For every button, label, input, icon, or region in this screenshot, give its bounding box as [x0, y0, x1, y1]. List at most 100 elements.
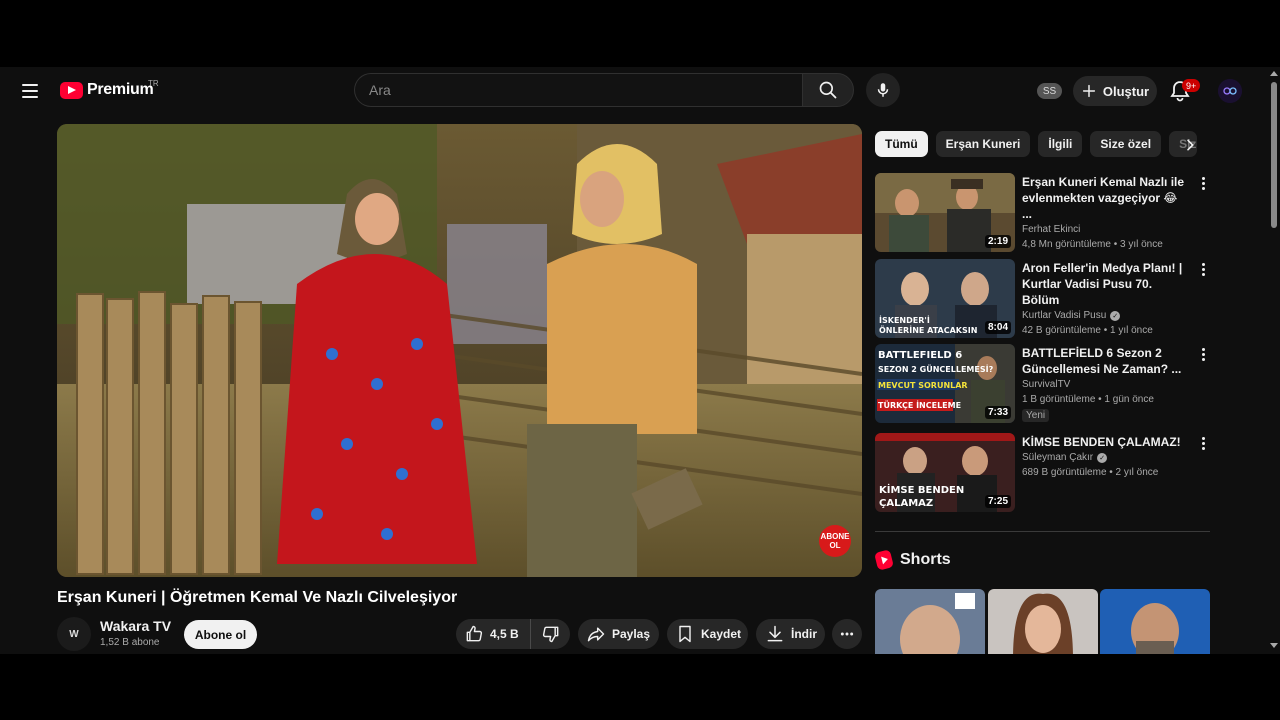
svg-text:ÇALAMAZ: ÇALAMAZ [879, 498, 933, 509]
search-icon [819, 81, 837, 99]
create-label: Oluştur [1102, 83, 1150, 99]
country-code: TR [148, 79, 159, 88]
recommended-video[interactable]: KİMSE BENDEN ÇALAMAZ 7:25 KİMSE BENDEN Ç… [875, 433, 1215, 513]
video-duration: 2:19 [984, 235, 1011, 248]
search-bar [354, 73, 854, 107]
recommended-video[interactable]: İSKENDER'İ ÖNLERİNE ATACAKSIN 8:04 Aron … [875, 259, 1215, 339]
watermark-line1: ABONE [820, 532, 850, 541]
short-thumbnail[interactable] [875, 589, 985, 654]
svg-text:BATTLEFIELD 6: BATTLEFIELD 6 [878, 350, 962, 361]
recommended-video[interactable]: 2:19 Erşan Kuneri Kemal Nazlı ile evlenm… [875, 173, 1215, 253]
svg-text:KİMSE BENDEN: KİMSE BENDEN [879, 482, 964, 496]
download-button[interactable]: İndir [756, 619, 825, 649]
video-meta: 4,8 Mn görüntüleme • 3 yıl önce [1022, 239, 1163, 250]
microphone-icon [877, 83, 889, 97]
like-count: 4,5 B [490, 627, 519, 641]
video-thumbnail: 2:19 [875, 173, 1015, 252]
page-scrollbar[interactable] [1268, 67, 1280, 654]
scroll-thumb[interactable] [1271, 82, 1277, 228]
subscribe-button[interactable]: Abone ol [184, 620, 257, 649]
video-title: Erşan Kuneri Kemal Nazlı ile evlenmekten… [1022, 175, 1185, 221]
more-vertical-icon[interactable] [1199, 437, 1207, 453]
svg-text:TÜRKÇE İNCELEME: TÜRKÇE İNCELEME [878, 400, 961, 410]
video-frame [57, 124, 862, 577]
save-button[interactable]: Kaydet [667, 619, 748, 649]
share-icon [587, 627, 605, 642]
download-icon [767, 625, 783, 642]
chip-related[interactable]: İlgili [1038, 131, 1083, 157]
chevron-right-icon[interactable] [1178, 133, 1202, 157]
share-label: Paylaş [612, 627, 651, 641]
chip-ersan-kuneri[interactable]: Erşan Kuneri [935, 131, 1031, 157]
create-button[interactable]: Oluştur [1073, 76, 1157, 106]
watermark-line2: OL [829, 541, 841, 550]
video-meta: 1 B görüntüleme • 1 gün önce [1022, 394, 1154, 405]
bookmark-icon [679, 625, 691, 643]
like-button[interactable]: 4,5 B [456, 619, 530, 649]
video-duration: 8:04 [984, 321, 1011, 334]
avatar-image [1218, 79, 1242, 103]
account-avatar[interactable] [1218, 79, 1242, 103]
video-thumbnail: KİMSE BENDEN ÇALAMAZ 7:25 [875, 433, 1015, 512]
video-title: BATTLEFİELD 6 Sezon 2 Güncellemesi Ne Za… [1022, 346, 1182, 376]
thumbs-up-icon [466, 625, 483, 642]
shorts-header: Shorts [874, 549, 951, 571]
more-vertical-icon[interactable] [1199, 348, 1207, 364]
logo-text: Premium [87, 81, 154, 98]
more-vertical-icon[interactable] [1199, 263, 1207, 279]
youtube-play-icon [60, 81, 83, 99]
svg-text:SEZON 2 GÜNCELLEMESİ?: SEZON 2 GÜNCELLEMESİ? [878, 364, 994, 374]
short-thumbnail[interactable] [1100, 589, 1210, 654]
channel-name: SurvivalTV [1022, 379, 1071, 390]
chip-all[interactable]: Tümü [875, 131, 928, 157]
video-title: Erşan Kuneri | Öğretmen Kemal Ve Nazlı C… [57, 589, 458, 606]
search-button[interactable] [802, 73, 854, 107]
channel-subscriber-count: 1,52 B abone [100, 637, 160, 648]
channel-avatar[interactable]: W [57, 617, 91, 651]
subscribe-watermark[interactable]: ABONE OL [819, 525, 851, 557]
chip-for-you[interactable]: Size özel [1090, 131, 1162, 157]
scroll-up-arrow[interactable] [1270, 71, 1278, 76]
svg-text:ÖNLERİNE ATACAKSIN: ÖNLERİNE ATACAKSIN [879, 325, 977, 335]
masthead: Premium TR SS Oluştur 9+ [0, 67, 1268, 115]
menu-icon[interactable] [18, 79, 42, 103]
youtube-app: Premium TR SS Oluştur 9+ [0, 67, 1280, 654]
save-label: Kaydet [701, 627, 742, 641]
ss-badge[interactable]: SS [1037, 83, 1062, 99]
thumbs-down-icon [542, 626, 558, 643]
more-actions-button[interactable] [832, 619, 862, 649]
svg-text:MEVCUT SORUNLAR: MEVCUT SORUNLAR [878, 381, 968, 390]
search-box [354, 73, 802, 107]
video-player[interactable]: ABONE OL [57, 124, 862, 577]
dislike-button[interactable] [530, 619, 570, 649]
filter-chips: Tümü Erşan Kuneri İlgili Size özel Sizin… [875, 131, 1198, 157]
shorts-title: Shorts [900, 551, 951, 568]
video-duration: 7:33 [984, 406, 1011, 419]
video-meta: 689 B görüntüleme • 2 yıl önce [1022, 467, 1159, 478]
video-meta: 42 B görüntüleme • 1 yıl önce [1022, 325, 1153, 336]
video-title: KİMSE BENDEN ÇALAMAZ! [1022, 435, 1181, 449]
share-button[interactable]: Paylaş [578, 619, 659, 649]
voice-search-button[interactable] [866, 73, 900, 107]
scroll-down-arrow[interactable] [1270, 643, 1278, 648]
channel-name[interactable]: Wakara TV [100, 618, 171, 634]
video-title: Aron Feller'in Medya Planı! | Kurtlar Va… [1022, 261, 1183, 307]
download-label: İndir [791, 627, 817, 641]
recommended-video[interactable]: BATTLEFIELD 6 SEZON 2 GÜNCELLEMESİ? MEVC… [875, 344, 1215, 424]
channel-name: Süleyman Çakır ✓ [1022, 452, 1187, 463]
verified-icon: ✓ [1097, 452, 1108, 463]
more-horizontal-icon [840, 632, 854, 636]
channel-name: Ferhat Ekinci [1022, 224, 1081, 235]
new-badge: Yeni [1022, 409, 1050, 422]
video-duration: 7:25 [984, 495, 1011, 508]
plus-icon [1082, 84, 1095, 98]
youtube-premium-logo[interactable]: Premium [60, 81, 154, 99]
shorts-icon [874, 549, 894, 571]
section-divider [875, 531, 1210, 532]
video-thumbnail: BATTLEFIELD 6 SEZON 2 GÜNCELLEMESİ? MEVC… [875, 344, 1015, 423]
verified-icon: ✓ [1110, 310, 1121, 321]
more-vertical-icon[interactable] [1199, 177, 1207, 193]
short-thumbnail[interactable] [988, 589, 1098, 654]
video-thumbnail: İSKENDER'İ ÖNLERİNE ATACAKSIN 8:04 [875, 259, 1015, 338]
search-input[interactable] [369, 82, 788, 98]
